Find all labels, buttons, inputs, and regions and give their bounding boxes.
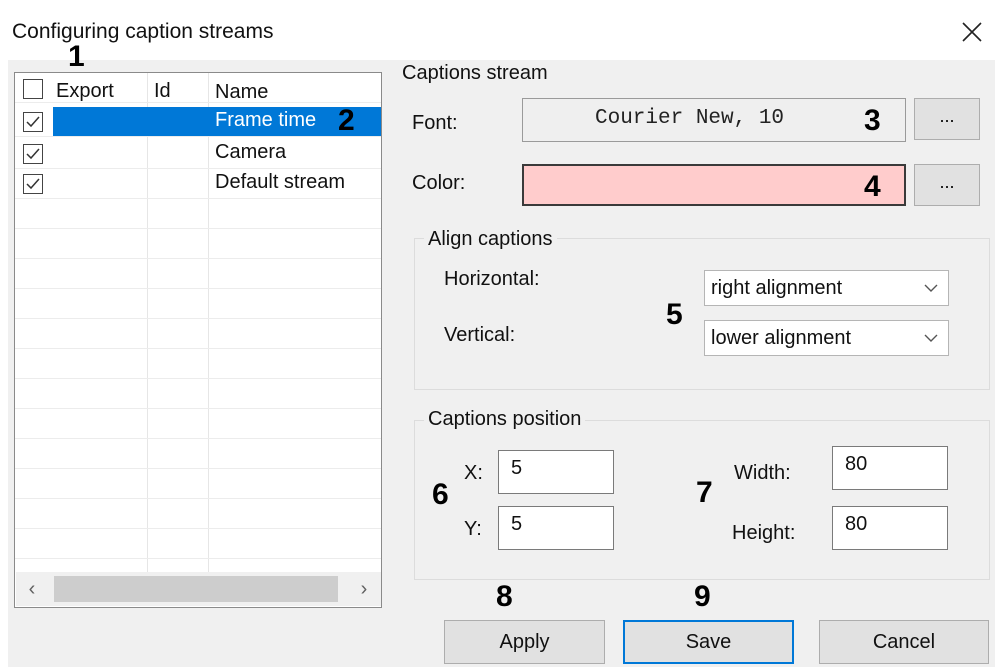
cancel-button[interactable]: Cancel bbox=[819, 620, 989, 664]
captions-stream-group-label: Captions stream bbox=[398, 62, 552, 85]
scroll-left-icon[interactable]: ‹ bbox=[22, 578, 42, 600]
callout-8: 8 bbox=[496, 580, 513, 613]
horizontal-scrollbar[interactable]: ‹ › bbox=[16, 572, 381, 606]
callout-9: 9 bbox=[694, 580, 711, 613]
callout-1: 1 bbox=[68, 40, 85, 73]
checkmark-icon bbox=[26, 178, 40, 190]
empty-row bbox=[15, 229, 381, 259]
chevron-down-icon bbox=[924, 334, 938, 342]
list-item[interactable]: Frame time bbox=[15, 107, 381, 137]
align-captions-group-label: Align captions bbox=[424, 228, 557, 251]
caption-stream-list[interactable]: Export Id Name Frame time Camera Default… bbox=[14, 72, 382, 608]
scroll-right-icon[interactable]: › bbox=[354, 578, 374, 600]
font-label: Font: bbox=[412, 112, 458, 134]
horizontal-alignment-value: right alignment bbox=[711, 277, 843, 299]
checkmark-icon bbox=[26, 116, 40, 128]
width-label: Width: bbox=[734, 462, 791, 484]
list-item[interactable]: Default stream bbox=[15, 169, 381, 199]
close-icon[interactable] bbox=[958, 18, 986, 46]
color-swatch bbox=[522, 164, 906, 206]
empty-row bbox=[15, 199, 381, 229]
empty-row bbox=[15, 349, 381, 379]
callout-7: 7 bbox=[696, 476, 713, 509]
row-name: Default stream bbox=[215, 171, 346, 193]
x-label: X: bbox=[464, 462, 483, 484]
height-value: 80 bbox=[845, 513, 868, 535]
empty-row bbox=[15, 469, 381, 499]
color-label: Color: bbox=[412, 172, 466, 194]
empty-row bbox=[15, 499, 381, 529]
empty-row bbox=[15, 529, 381, 559]
scrollbar-thumb[interactable] bbox=[54, 576, 338, 602]
vertical-alignment-select[interactable]: lower alignment bbox=[704, 320, 949, 356]
export-checkbox[interactable] bbox=[23, 144, 43, 164]
apply-button[interactable]: Apply bbox=[444, 620, 605, 664]
empty-row bbox=[15, 409, 381, 439]
row-name: Frame time bbox=[215, 109, 317, 131]
font-display: Courier New, 10 bbox=[522, 98, 906, 142]
font-picker-button[interactable]: ... bbox=[914, 98, 980, 140]
empty-row bbox=[15, 289, 381, 319]
callout-5: 5 bbox=[666, 298, 683, 331]
empty-row bbox=[15, 439, 381, 469]
vertical-label: Vertical: bbox=[444, 324, 516, 346]
align-captions-group bbox=[414, 238, 990, 390]
list-header: Export Id Name bbox=[15, 73, 381, 103]
x-value: 5 bbox=[511, 457, 523, 479]
window-title: Configuring caption streams bbox=[12, 20, 274, 43]
y-value: 5 bbox=[511, 513, 523, 535]
save-button[interactable]: Save bbox=[623, 620, 794, 664]
column-header-export[interactable]: Export bbox=[56, 80, 114, 103]
y-label: Y: bbox=[464, 518, 482, 540]
horizontal-alignment-select[interactable]: right alignment bbox=[704, 270, 949, 306]
callout-6: 6 bbox=[432, 478, 449, 511]
empty-row bbox=[15, 259, 381, 289]
height-label: Height: bbox=[732, 522, 796, 544]
column-header-id[interactable]: Id bbox=[154, 80, 171, 103]
empty-row bbox=[15, 379, 381, 409]
chevron-down-icon bbox=[924, 284, 938, 292]
callout-4: 4 bbox=[864, 170, 881, 203]
callout-2: 2 bbox=[338, 104, 355, 137]
export-checkbox[interactable] bbox=[23, 112, 43, 132]
empty-row bbox=[15, 319, 381, 349]
x-input[interactable]: 5 bbox=[498, 450, 614, 494]
select-all-checkbox[interactable] bbox=[23, 79, 43, 99]
list-item[interactable]: Camera bbox=[15, 139, 381, 169]
color-picker-button[interactable]: ... bbox=[914, 164, 980, 206]
font-value: Courier New, 10 bbox=[595, 107, 785, 130]
checkmark-icon bbox=[26, 148, 40, 160]
y-input[interactable]: 5 bbox=[498, 506, 614, 550]
height-input[interactable]: 80 bbox=[832, 506, 948, 550]
row-name: Camera bbox=[215, 141, 287, 163]
column-header-name[interactable]: Name bbox=[215, 81, 268, 104]
export-checkbox[interactable] bbox=[23, 174, 43, 194]
width-value: 80 bbox=[845, 453, 868, 475]
horizontal-label: Horizontal: bbox=[444, 268, 540, 290]
vertical-alignment-value: lower alignment bbox=[711, 327, 852, 349]
callout-3: 3 bbox=[864, 104, 881, 137]
width-input[interactable]: 80 bbox=[832, 446, 948, 490]
captions-position-group-label: Captions position bbox=[424, 408, 586, 431]
